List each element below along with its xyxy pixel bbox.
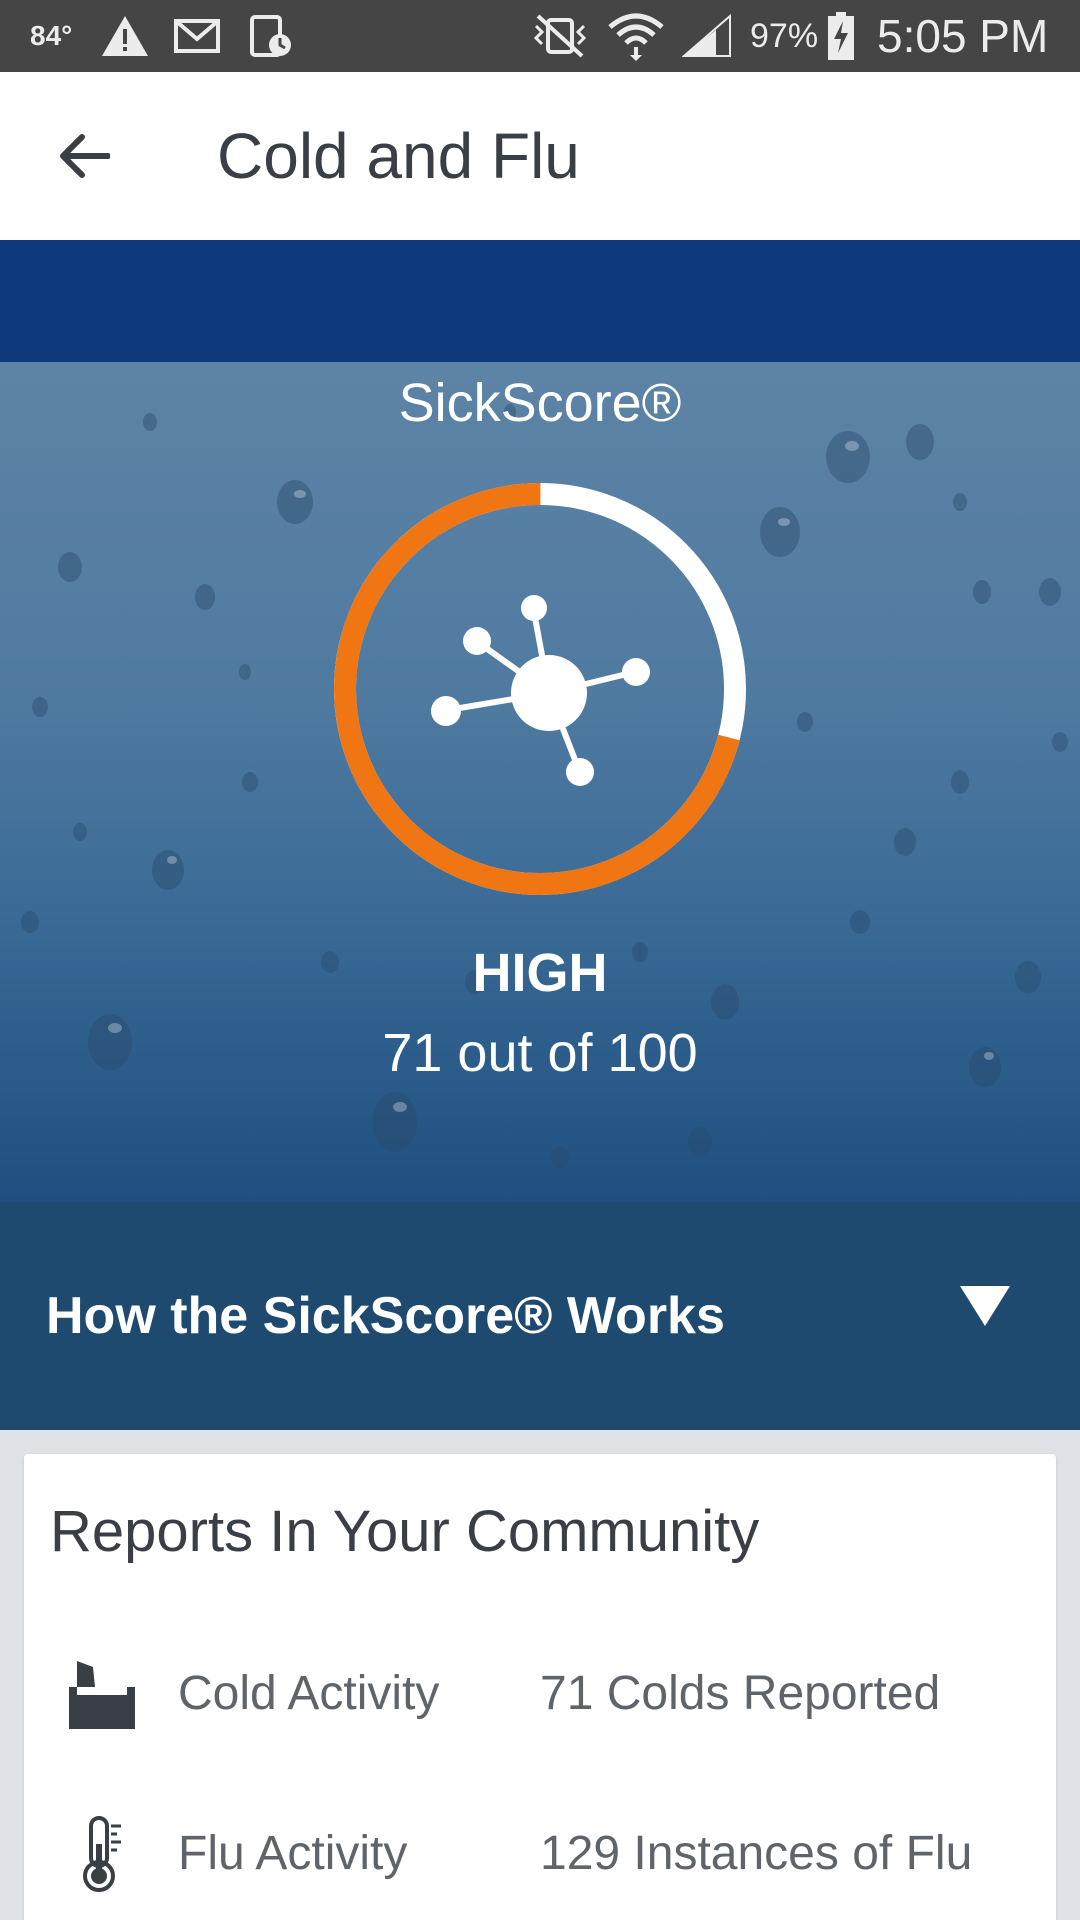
sickscore-level: HIGH [472, 943, 608, 1003]
vibrate-mute-icon [524, 0, 596, 72]
header-banner [0, 240, 1080, 362]
flu-activity-value: 129 Instances of Flu [540, 1827, 973, 1880]
back-button[interactable] [44, 116, 124, 196]
expand-arrow-icon [960, 1286, 1010, 1326]
wifi-icon [608, 0, 664, 72]
thermometer-icon [62, 1814, 142, 1894]
back-arrow-icon [60, 134, 110, 178]
sickscore-gauge [334, 483, 746, 895]
warning-icon [100, 0, 150, 72]
battery-percent: 97% [750, 16, 819, 55]
cold-activity-row: Cold Activity 71 Colds Reported [24, 1644, 1056, 1744]
mail-icon [174, 0, 220, 72]
how-sickscore-works-label: How the SickScore® Works [46, 1287, 725, 1345]
sickscore-hero: SickScore® HIGH 71 out of 100 [0, 362, 1080, 1202]
flu-activity-row: Flu Activity 129 Instances of Flu [24, 1804, 1056, 1904]
sickscore-value: 71 out of 100 [382, 1023, 698, 1083]
reports-title: Reports In Your Community [50, 1499, 760, 1564]
virus-icon [431, 595, 650, 786]
app-bar: Cold and Flu [0, 72, 1080, 240]
device-clock-icon [248, 0, 294, 72]
sickscore-label: SickScore® [398, 373, 682, 433]
signal-icon [682, 0, 732, 72]
battery-charging-icon [826, 0, 856, 72]
flu-activity-label: Flu Activity [178, 1827, 408, 1880]
status-bar: 84° 97% 5:05 PM [0, 0, 1080, 72]
tissue-box-icon [62, 1654, 142, 1734]
community-reports-card: Reports In Your Community Cold Activity … [24, 1454, 1056, 1920]
how-sickscore-works-toggle[interactable]: How the SickScore® Works [0, 1202, 1080, 1430]
cold-activity-label: Cold Activity [178, 1667, 440, 1720]
status-temperature: 84° [30, 20, 73, 51]
page-title: Cold and Flu [217, 120, 580, 192]
cold-activity-value: 71 Colds Reported [540, 1667, 941, 1720]
status-time: 5:05 PM [877, 10, 1049, 62]
